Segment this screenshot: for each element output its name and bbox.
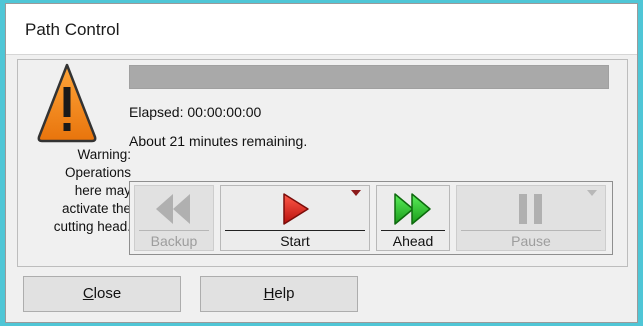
warning-line: Warning: [77, 147, 131, 162]
backup-label: Backup [150, 233, 198, 249]
ahead-button[interactable]: Ahead [376, 185, 450, 251]
playback-toolbar: Backup Start Ahead Pause [129, 181, 613, 255]
backup-button[interactable]: Backup [134, 185, 214, 251]
warning-text: Warning: Operations here may activate th… [13, 146, 131, 236]
help-mnemonic: H [263, 285, 275, 302]
pause-icon [519, 194, 542, 224]
warning-line: activate the [61, 201, 131, 216]
help-button[interactable]: Help [200, 276, 358, 312]
fast-forward-icon [394, 193, 431, 225]
play-icon [283, 193, 309, 225]
warning-line: cutting head. [53, 219, 131, 234]
pause-button[interactable]: Pause [456, 185, 606, 251]
remaining-time: About 21 minutes remaining. [129, 133, 308, 149]
progress-bar [129, 65, 609, 89]
ahead-label: Ahead [392, 233, 434, 249]
pause-label: Pause [511, 233, 551, 249]
warning-line: here may [74, 183, 131, 198]
close-mnemonic: C [82, 285, 94, 302]
close-button[interactable]: Close [23, 276, 181, 312]
window-title: Path Control [25, 20, 120, 39]
warning-line: Operations [64, 165, 131, 180]
rewind-icon [156, 194, 190, 224]
help-label-rest: elp [274, 285, 295, 302]
start-button[interactable]: Start [220, 185, 370, 251]
warning-triangle-icon [37, 63, 97, 143]
elapsed-time: Elapsed: 00:00:00:00 [129, 104, 262, 120]
start-label: Start [280, 233, 310, 249]
title-bar: Path Control [6, 4, 637, 55]
close-label-rest: lose [93, 285, 122, 302]
